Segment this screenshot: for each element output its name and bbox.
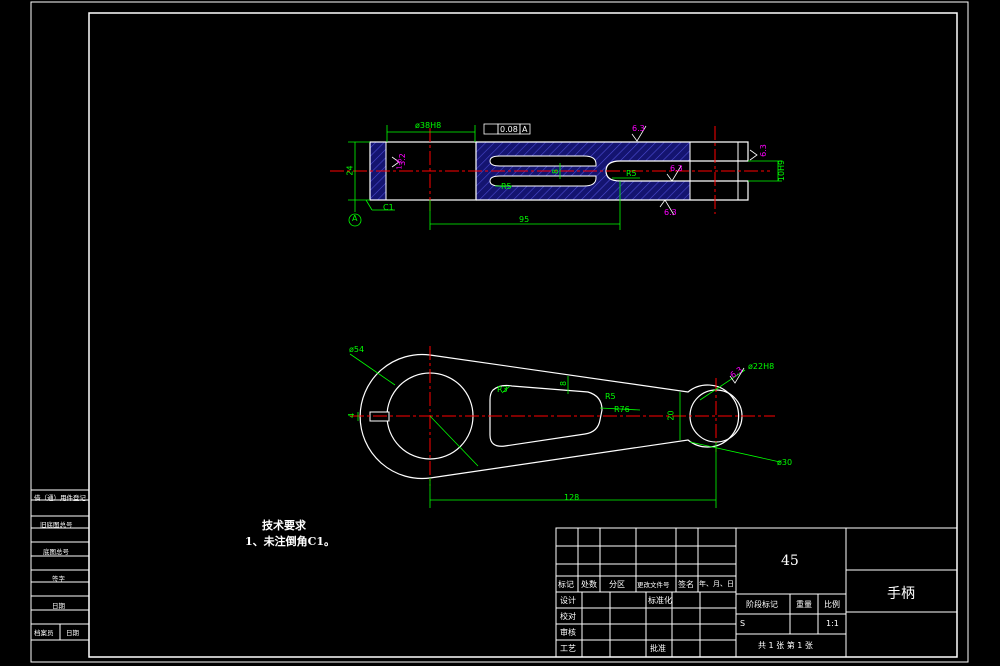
side-r6b: 日期 (66, 629, 79, 637)
outer-border (30, 1, 969, 663)
part-name: 手柄 (887, 586, 915, 602)
side-r2: 旧底图总号 (40, 521, 73, 529)
h-zone: 分区 (609, 580, 625, 589)
dim-r3: R3 (497, 385, 508, 394)
dim-length-95: 95 (519, 215, 530, 224)
check: 校对 (560, 612, 576, 621)
dim-8: 8 (559, 380, 569, 387)
cad-drawing (30, 1, 969, 663)
dim-r5-right: R5 (626, 169, 637, 178)
notes-line1: 1、未注倒角C1。 (245, 535, 336, 548)
side-block (30, 489, 90, 641)
approve: 批准 (650, 644, 666, 653)
roughness-1: 6.3 (632, 124, 645, 133)
side-r1: 借（通）用件登记 (34, 494, 86, 502)
top-view (330, 123, 782, 230)
roughness-2: 6.3 (670, 164, 683, 173)
side-r5: 日期 (52, 602, 65, 610)
tolerance-datum: A (522, 125, 528, 134)
dim-dia-30: ø30 (777, 458, 793, 467)
review: 审核 (560, 628, 576, 637)
side-r3: 底图总号 (43, 548, 69, 556)
dim-right-bore: 10H9 (777, 159, 787, 182)
front-view (349, 346, 781, 508)
design: 设计 (560, 596, 576, 605)
h-count: 处数 (581, 580, 597, 589)
material: 45 (781, 553, 799, 569)
dim-4: 4 (347, 412, 357, 419)
h-mark: 标记 (558, 580, 574, 589)
process: 工艺 (560, 644, 576, 653)
dim-128: 128 (564, 493, 580, 502)
notes-title: 技术要求 (262, 519, 306, 532)
weight: 重量 (796, 600, 812, 609)
scale-header: 比例 (824, 600, 840, 609)
stage-value: S (740, 619, 746, 628)
dim-dia-54: ø54 (349, 345, 365, 354)
dim-slot-8: 8 (551, 168, 561, 175)
tolerance-value: 0.08 (500, 125, 518, 134)
dim-r5: R5 (605, 392, 616, 401)
dim-bore-38: ø38H8 (415, 121, 442, 130)
datum-label: A (352, 214, 358, 223)
dim-chamfer: C1 (383, 203, 394, 212)
dim-height-24: 24 (345, 165, 355, 176)
sheets: 共 1 张 第 1 张 (758, 641, 813, 650)
side-r4: 签字 (52, 575, 65, 583)
scale-value: 1:1 (826, 619, 839, 628)
dim-20: 20 (666, 410, 676, 421)
dim-r76: R76 (614, 405, 630, 414)
h-docno: 更改文件号 (637, 581, 670, 589)
dim-r5-left: R5 (501, 182, 512, 191)
roughness-4: 6.3 (758, 144, 768, 157)
side-r6a: 档案员 (34, 629, 54, 637)
stage: 阶段标记 (746, 600, 778, 609)
h-sign: 签名 (678, 580, 694, 589)
roughness-3: 6.3 (664, 208, 677, 217)
roughness-6: 1.6 (395, 158, 404, 170)
dim-dia-22: ø22H8 (748, 362, 775, 371)
standard: 标准化 (648, 596, 672, 605)
h-date: 年、月、日 (699, 580, 734, 588)
inner-border (88, 12, 958, 658)
